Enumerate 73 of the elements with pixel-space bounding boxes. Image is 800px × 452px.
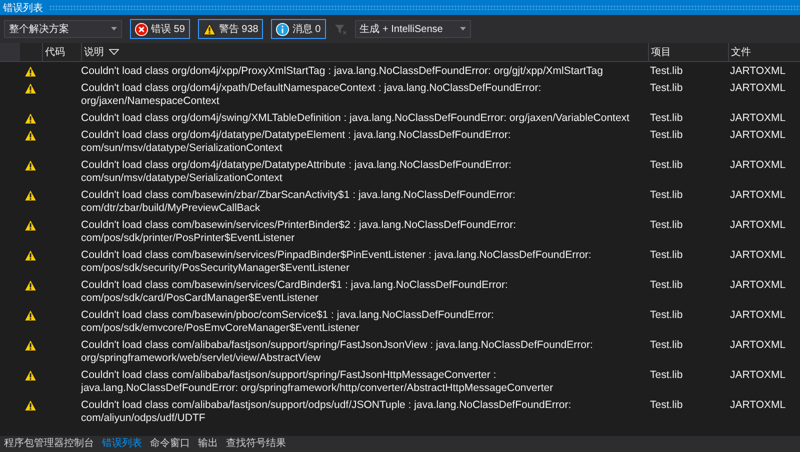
file-cell: JARTOXML xyxy=(730,219,786,231)
project-cell: Test.lib xyxy=(650,369,683,381)
column-header[interactable]: 代码 xyxy=(42,43,81,61)
warning-icon xyxy=(24,159,36,172)
column-header[interactable]: 项目 xyxy=(648,43,728,61)
project-cell: Test.lib xyxy=(650,219,683,231)
warning-icon xyxy=(24,82,36,95)
project-cell: Test.lib xyxy=(650,129,683,141)
filter-button[interactable]: 警告 938 xyxy=(198,19,264,39)
warning-icon xyxy=(24,279,36,292)
warning-icon xyxy=(24,399,36,412)
warning-icon xyxy=(24,112,36,125)
file-cell: JARTOXML xyxy=(730,309,786,321)
filter-button[interactable]: 错误 59 xyxy=(130,19,190,39)
panel-title: 错误列表 xyxy=(3,2,43,14)
description-cell: Couldn't load class org/dom4j/datatype/DatatypeElement : java.lang.NoClassDefFoundError: com/sun/msv/datatype/SerializationContext xyxy=(81,129,511,154)
panel-tab[interactable]: 错误列表 xyxy=(98,436,146,452)
scope-dropdown[interactable]: 整个解决方案 xyxy=(4,20,122,38)
description-cell: Couldn't load class com/basewin/services/PinpadBinder$PinEventListener : java.lang.NoClassDefFoundError: com/pos/sdk/security/PosSecurityManager$EventListener xyxy=(81,249,592,274)
warning-icon xyxy=(24,249,36,262)
caret-icon xyxy=(460,27,466,31)
description-cell: Couldn't load class org/dom4j/xpp/ProxyXmlStartTag : java.lang.NoClassDefFoundError: org/gjt/xpp/XmlStartTag xyxy=(81,65,603,77)
description-cell: Couldn't load class com/basewin/pboc/comService$1 : java.lang.NoClassDefFoundError: com/pos/sdk/emvcore/PosEmvCoreManager$EventListener xyxy=(81,309,494,334)
description-cell: Couldn't load class org/dom4j/datatype/DatatypeAttribute : java.lang.NoClassDefFoundError: com/sun/msv/datatype/SerializationContext xyxy=(81,159,512,184)
description-cell: Couldn't load class com/alibaba/fastjson/support/spring/FastJsonJsonView : java.lang.NoClassDefFoundError: org/springframework/web/servlet/view/AbstractView xyxy=(81,339,593,364)
panel-tab[interactable]: 输出 xyxy=(194,436,222,452)
file-cell: JARTOXML xyxy=(730,65,786,77)
filter-icon[interactable] xyxy=(334,22,347,36)
file-cell: JARTOXML xyxy=(730,189,786,201)
project-cell: Test.lib xyxy=(650,249,683,261)
description-cell: Couldn't load class org/dom4j/xpath/DefaultNamespaceContext : java.lang.NoClassDefFoundError: org/jaxen/NamespaceContext xyxy=(81,82,542,107)
warning-icon xyxy=(24,309,36,322)
file-cell: JARTOXML xyxy=(730,112,786,124)
description-cell: Couldn't load class com/basewin/services/PrinterBinder$2 : java.lang.NoClassDefFoundError: com/pos/sdk/printer/PosPrinter$EventListener xyxy=(81,219,516,244)
column-header[interactable]: 说明 xyxy=(81,43,648,61)
warning-icon xyxy=(24,189,36,202)
file-cell: JARTOXML xyxy=(730,399,786,411)
file-cell: JARTOXML xyxy=(730,339,786,351)
info-icon xyxy=(276,22,290,36)
project-cell: Test.lib xyxy=(650,339,683,351)
project-cell: Test.lib xyxy=(650,309,683,321)
column-header[interactable]: 文件 xyxy=(728,43,800,61)
file-cell: JARTOXML xyxy=(730,82,786,94)
file-cell: JARTOXML xyxy=(730,159,786,171)
warning-icon xyxy=(24,219,36,232)
warning-icon xyxy=(24,369,36,382)
project-cell: Test.lib xyxy=(650,65,683,77)
source-dropdown[interactable]: 生成 + IntelliSense xyxy=(354,20,471,38)
panel-tab[interactable]: 命令窗口 xyxy=(146,436,194,452)
description-cell: Couldn't load class com/alibaba/fastjson/support/odps/udf/JSONTuple : java.lang.NoClassDefFoundError: com/aliyun/odps/udf/UDTF xyxy=(81,399,572,424)
project-cell: Test.lib xyxy=(650,112,683,124)
project-cell: Test.lib xyxy=(650,279,683,291)
project-cell: Test.lib xyxy=(650,82,683,94)
file-cell: JARTOXML xyxy=(730,369,786,381)
warning-icon xyxy=(24,339,36,352)
warning-icon xyxy=(202,22,216,36)
file-cell: JARTOXML xyxy=(730,129,786,141)
description-cell: Couldn't load class com/basewin/zbar/ZbarScanActivity$1 : java.lang.NoClassDefFoundError: com/dtr/zbar/build/MyPreviewCallBack xyxy=(81,189,516,214)
description-cell: Couldn't load class org/dom4j/swing/XMLTableDefinition : java.lang.NoClassDefFoundError: org/jaxen/VariableContext xyxy=(81,112,630,124)
file-cell: JARTOXML xyxy=(730,249,786,261)
warning-icon xyxy=(24,129,36,142)
description-cell: Couldn't load class com/basewin/services/CardBinder$1 : java.lang.NoClassDefFoundError: com/pos/sdk/card/PosCardManager$EventListener xyxy=(81,279,508,304)
description-cell: Couldn't load class com/alibaba/fastjson/support/spring/FastJsonHttpMessageConverter : java.lang.NoClassDefFoundError: org/springframework/http/converter/AbstractHttpMessageConverter xyxy=(81,369,554,394)
warning-icon xyxy=(24,65,36,78)
caret-icon xyxy=(111,27,117,31)
project-cell: Test.lib xyxy=(650,159,683,171)
error-icon xyxy=(135,22,148,36)
filter-button[interactable]: 消息 0 xyxy=(271,19,326,39)
project-cell: Test.lib xyxy=(650,189,683,201)
project-cell: Test.lib xyxy=(650,399,683,411)
panel-tab[interactable]: 程序包管理器控制台 xyxy=(0,436,98,452)
panel-tab[interactable]: 查找符号结果 xyxy=(222,436,290,452)
file-cell: JARTOXML xyxy=(730,279,786,291)
